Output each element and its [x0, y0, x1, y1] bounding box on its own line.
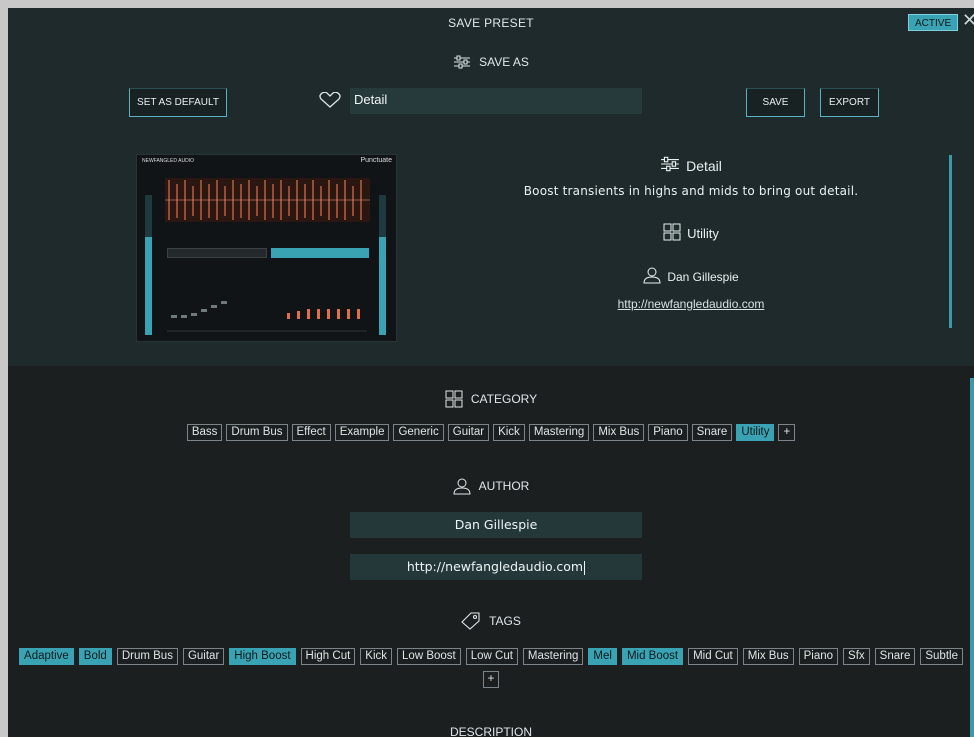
- tag-chip-adaptive[interactable]: Adaptive: [19, 648, 74, 665]
- tag-chip-mid-boost[interactable]: Mid Boost: [621, 648, 684, 665]
- close-icon[interactable]: ✕: [962, 10, 974, 31]
- preset-info-category: Utility: [508, 223, 874, 244]
- tag-chip-bold[interactable]: Bold: [78, 648, 112, 665]
- sliders-icon: [660, 156, 680, 175]
- tag-chip-high-boost[interactable]: High Boost: [229, 648, 296, 665]
- preset-info-author: Dan Gillespie: [508, 266, 874, 287]
- preset-info-url-link[interactable]: http://newfangledaudio.com: [508, 297, 874, 311]
- category-chip-utility[interactable]: Utility: [736, 424, 775, 441]
- preview-product: Punctuate: [360, 157, 392, 164]
- transient-meter-graphic: [165, 178, 370, 222]
- export-button[interactable]: EXPORT: [820, 88, 879, 117]
- preview-tab-b: [271, 248, 369, 258]
- preview-brand: NEWFANGLED AUDIO: [142, 158, 194, 164]
- tag-chip-snare[interactable]: Snare: [874, 648, 916, 665]
- user-icon: [453, 477, 471, 495]
- plugin-preview-image: NEWFANGLED AUDIO Punctuate: [136, 154, 397, 342]
- category-chip-drum-bus[interactable]: Drum Bus: [226, 424, 288, 441]
- tag-chip-low-cut[interactable]: Low Cut: [465, 648, 518, 665]
- tag-chip-mix-bus[interactable]: Mix Bus: [742, 648, 794, 665]
- author-heading: AUTHOR: [8, 477, 974, 495]
- category-chip-piano[interactable]: Piano: [648, 424, 688, 441]
- author-url-input[interactable]: http://newfangledaudio.com: [350, 554, 642, 580]
- metadata-panel: CATEGORY Bass Drum Bus Effect Example Generi…: [8, 366, 974, 737]
- sliders-icon: [453, 55, 471, 69]
- category-chip-kick[interactable]: Kick: [493, 424, 525, 441]
- tag-chip-piano[interactable]: Piano: [798, 648, 839, 665]
- save-as-panel: SAVE PRESET ACTIVE ✕ SAVE AS SET AS DEFA…: [8, 8, 974, 366]
- category-grid-icon: [445, 390, 463, 408]
- tag-add-row: +: [8, 671, 974, 688]
- category-chip-list: Bass Drum Bus Effect Example Generic Guitar Ki…: [8, 424, 974, 441]
- save-button[interactable]: SAVE: [746, 88, 805, 117]
- save-as-heading: SAVE AS: [8, 55, 974, 69]
- info-scrollbar[interactable]: [949, 155, 952, 328]
- tag-icon: [461, 612, 481, 630]
- tag-chip-mel[interactable]: Mel: [588, 648, 617, 665]
- user-icon: [643, 266, 661, 287]
- tags-heading: TAGS: [8, 612, 974, 630]
- input-meter-graphic: [145, 195, 152, 335]
- active-toggle[interactable]: ACTIVE: [908, 14, 959, 31]
- tag-chip-list: Adaptive Bold Drum Bus Guitar High Boost High…: [8, 648, 974, 665]
- category-chip-effect[interactable]: Effect: [291, 424, 331, 441]
- tag-chip-mid-cut[interactable]: Mid Cut: [688, 648, 738, 665]
- favorite-heart-icon[interactable]: [319, 91, 341, 113]
- preset-info-name: Detail: [508, 156, 874, 175]
- preview-tab-a: [167, 248, 267, 258]
- category-chip-guitar[interactable]: Guitar: [447, 424, 490, 441]
- text-caret: [584, 560, 586, 575]
- description-heading: DESCRIPTION: [449, 725, 532, 737]
- tag-chip-high-cut[interactable]: High Cut: [300, 648, 356, 665]
- add-category-button[interactable]: +: [778, 424, 796, 441]
- category-chip-snare[interactable]: Snare: [691, 424, 733, 441]
- preset-name-input[interactable]: Detail: [350, 88, 642, 114]
- dialog-title: SAVE PRESET: [448, 16, 534, 30]
- category-heading: CATEGORY: [8, 390, 974, 408]
- category-chip-bass[interactable]: Bass: [186, 424, 223, 441]
- category-chip-mastering[interactable]: Mastering: [528, 424, 590, 441]
- tag-chip-sfx[interactable]: Sfx: [843, 648, 870, 665]
- tag-chip-kick[interactable]: Kick: [360, 648, 393, 665]
- author-name-input[interactable]: Dan Gillespie: [350, 512, 642, 538]
- add-tag-button[interactable]: +: [482, 671, 500, 688]
- tag-chip-subtle[interactable]: Subtle: [920, 648, 963, 665]
- save-preset-dialog: SAVE PRESET ACTIVE ✕ SAVE AS SET AS DEFA…: [8, 8, 974, 737]
- output-meter-graphic: [379, 195, 386, 335]
- category-chip-mix-bus[interactable]: Mix Bus: [593, 424, 645, 441]
- category-chip-generic[interactable]: Generic: [393, 424, 444, 441]
- category-grid-icon: [663, 223, 681, 244]
- tag-chip-guitar[interactable]: Guitar: [182, 648, 225, 665]
- category-chip-example[interactable]: Example: [334, 424, 390, 441]
- set-as-default-button[interactable]: SET AS DEFAULT: [129, 88, 227, 117]
- band-sliders-graphic: [167, 301, 367, 332]
- preset-info-description: Boost transients in highs and mids to br…: [523, 184, 859, 198]
- tag-chip-drum-bus[interactable]: Drum Bus: [116, 648, 178, 665]
- tag-chip-mastering[interactable]: Mastering: [522, 648, 584, 665]
- tag-chip-low-boost[interactable]: Low Boost: [397, 648, 461, 665]
